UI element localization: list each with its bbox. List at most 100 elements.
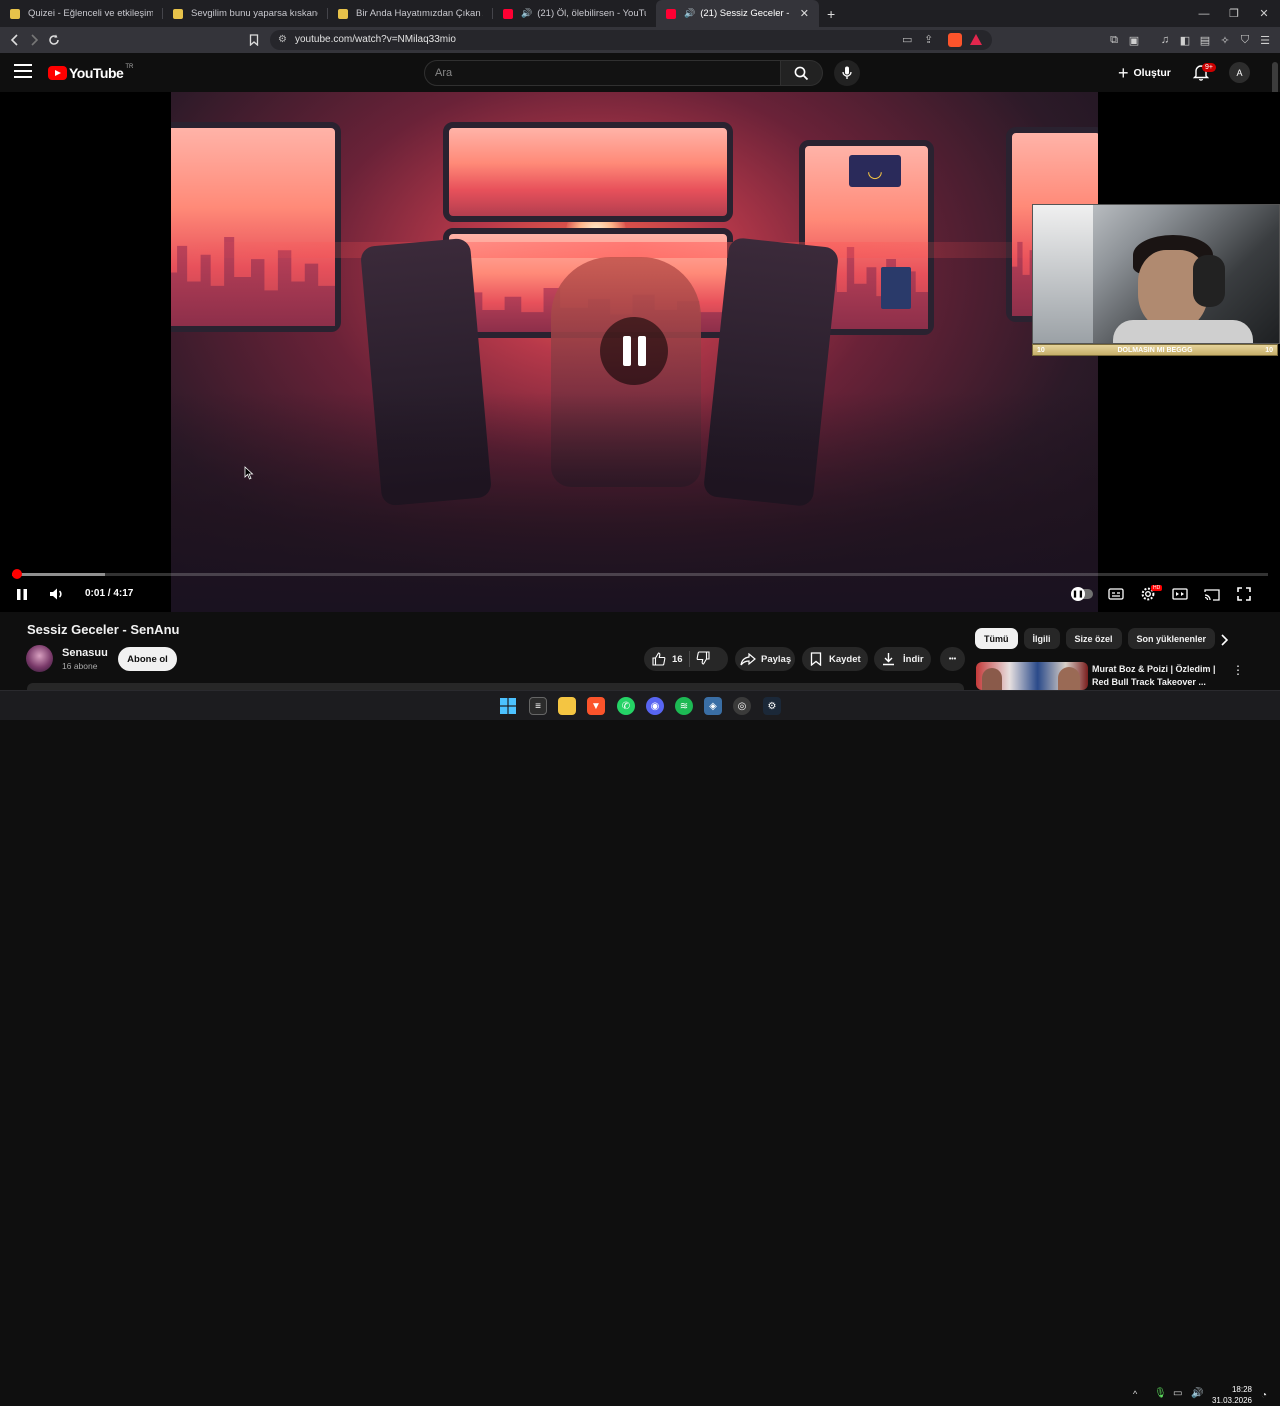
cast-icon[interactable]: ▭ (902, 33, 912, 46)
chip-recently-uploaded[interactable]: Son yüklenenler (1127, 628, 1216, 649)
more-vertical-icon[interactable]: ⋮ (1232, 663, 1244, 677)
like-button[interactable]: 16 (644, 652, 683, 666)
bookmark-icon (810, 652, 822, 666)
channel-name[interactable]: Senasuu (62, 647, 108, 659)
windows-start-icon[interactable] (499, 697, 517, 715)
autoplay-toggle[interactable]: ❚❚ (1070, 584, 1094, 604)
brave-browser-icon[interactable]: ▼ (587, 697, 605, 715)
chip-for-you[interactable]: Size özel (1065, 628, 1122, 649)
share-icon[interactable]: ⇪ (924, 33, 933, 46)
speaker-tray-icon[interactable]: 🔊 (1191, 1388, 1203, 1399)
audio-playing-icon[interactable]: 🔊 (684, 8, 695, 19)
youtube-favicon-icon (666, 8, 676, 19)
tab-label: (21) Sessiz Geceler - SenAnu (700, 8, 790, 19)
wallet-extension-icon[interactable]: ▤ (1197, 32, 1213, 48)
train-window (171, 122, 341, 332)
more-actions-button[interactable]: ••• (940, 647, 965, 671)
pause-overlay-icon[interactable] (600, 317, 668, 385)
voice-search-button[interactable] (834, 60, 860, 86)
chevron-right-icon[interactable] (1220, 634, 1229, 649)
bookmark-icon[interactable] (245, 31, 263, 49)
share-button[interactable]: Paylaş (735, 647, 795, 671)
create-button[interactable]: + Oluştur (1118, 63, 1171, 83)
autoplay-switch[interactable]: ❚❚ (1071, 587, 1093, 601)
discord-icon[interactable]: ◉ (646, 697, 664, 715)
network-icon[interactable]: ▭ (1173, 1388, 1182, 1399)
tab-label: Bir Anda Hayatımızdan Çıkan Aburcu (356, 8, 483, 19)
obs-icon[interactable]: ◎ (733, 697, 751, 715)
dislike-button[interactable] (696, 650, 710, 668)
brave-shields-icon[interactable] (948, 33, 962, 47)
restore-window-icon[interactable]: ❐ (1218, 0, 1250, 27)
close-window-icon[interactable]: ✕ (1248, 0, 1280, 27)
address-bar[interactable]: ⚙ youtube.com/watch?v=NMilaq33mio ▭ ⇪ (270, 30, 992, 50)
task-view-icon[interactable]: ≡ (529, 697, 547, 715)
microphone-tray-icon[interactable]: 🎙 (1154, 1388, 1167, 1399)
site-favicon-icon (10, 8, 20, 19)
miniplayer-button[interactable] (1169, 584, 1191, 604)
smiley-sticker: ◡ (849, 155, 901, 187)
new-tab-button[interactable]: + (827, 6, 835, 22)
download-label: İndir (903, 653, 924, 665)
leo-ai-icon[interactable]: ✧ (1217, 32, 1233, 48)
app-icon[interactable]: ◈ (704, 697, 722, 715)
browser-tab-bar: Quizei - Eğlenceli ve etkileşimli quizle… (0, 0, 1280, 27)
file-explorer-icon[interactable] (558, 697, 576, 715)
chip-all[interactable]: Tümü (975, 628, 1018, 649)
media-icon[interactable]: ♫ (1157, 32, 1173, 48)
audio-playing-icon[interactable]: 🔊 (521, 8, 532, 19)
logo-text: YouTube (69, 65, 124, 81)
system-clock[interactable]: 18:28 31.03.2026 (1210, 1384, 1252, 1406)
download-button[interactable]: İndir (874, 647, 931, 671)
volume-button[interactable] (46, 584, 68, 604)
vpn-shield-icon[interactable]: ⛉ (1237, 32, 1253, 48)
site-info-icon[interactable]: ⚙ (278, 34, 287, 45)
close-tab-icon[interactable]: ✕ (800, 7, 809, 20)
browser-menu-icon[interactable]: ☰ (1257, 32, 1273, 48)
youtube-logo[interactable]: YouTube TR (48, 64, 133, 81)
wallet-icon[interactable]: ▣ (1126, 32, 1142, 48)
url-text[interactable]: youtube.com/watch?v=NMilaq33mio (295, 34, 456, 45)
create-label: Oluştur (1133, 67, 1171, 79)
volume-icon (50, 588, 62, 600)
settings-button[interactable]: HD (1137, 584, 1163, 604)
progress-scrubber-handle[interactable] (12, 569, 23, 579)
progress-bar[interactable] (12, 573, 1268, 576)
chevron-up-icon[interactable]: ^ (1133, 1389, 1137, 1399)
recommendation-thumbnail[interactable] (976, 662, 1088, 690)
notification-center-icon[interactable]: ◔ (1261, 1390, 1267, 1401)
minimize-window-icon[interactable]: — (1188, 0, 1220, 27)
browser-tab[interactable]: Sevgilim bunu yaparsa kıskançlıktan (163, 0, 328, 27)
fullscreen-button[interactable] (1233, 584, 1255, 604)
cast-button[interactable] (1201, 584, 1223, 604)
channel-avatar[interactable] (26, 645, 53, 672)
video-player[interactable]: ◡ 10 DOLMASIN MI BEGGG 10 0:01 / 4:17 ❚❚… (0, 92, 1280, 612)
subscribe-button[interactable]: Abone ol (118, 647, 177, 671)
forward-icon[interactable] (25, 31, 43, 49)
browser-tab[interactable]: Quizei - Eğlenceli ve etkileşimli quizle (0, 0, 163, 27)
search-button[interactable] (781, 60, 823, 86)
reload-icon[interactable] (45, 31, 63, 49)
browser-tab-active[interactable]: 🔊 (21) Sessiz Geceler - SenAnu ✕ (656, 0, 819, 27)
pause-button[interactable] (12, 584, 32, 604)
account-avatar[interactable]: A (1229, 62, 1250, 83)
browser-tab[interactable]: Bir Anda Hayatımızdan Çıkan Aburcu (328, 0, 493, 27)
save-button[interactable]: Kaydet (802, 647, 868, 671)
subscriber-count: 16 abone (62, 661, 98, 671)
recommendation-title[interactable]: Murat Boz & Poizi | Özledim | Red Bull T… (1092, 663, 1217, 689)
browser-tab[interactable]: 🔊 (21) Öl, ölebilirsen - YouTube (493, 0, 656, 27)
brave-rewards-icon[interactable] (970, 34, 982, 45)
whatsapp-icon[interactable]: ✆ (617, 697, 635, 715)
spotify-icon[interactable]: ≋ (675, 697, 693, 715)
search-input[interactable] (425, 61, 780, 85)
subtitles-button[interactable] (1105, 584, 1127, 604)
steam-icon[interactable]: ⚙ (763, 697, 781, 715)
extensions-icon[interactable]: ⧉ (1106, 32, 1122, 48)
subtitles-icon (1108, 588, 1124, 600)
hamburger-menu-icon[interactable] (14, 64, 32, 78)
sidebar-icon[interactable]: ◧ (1177, 32, 1193, 48)
back-icon[interactable] (6, 31, 24, 49)
chip-related[interactable]: İlgili (1023, 628, 1060, 649)
caption-right-number: 10 (1265, 346, 1273, 354)
search-box[interactable] (424, 60, 781, 86)
